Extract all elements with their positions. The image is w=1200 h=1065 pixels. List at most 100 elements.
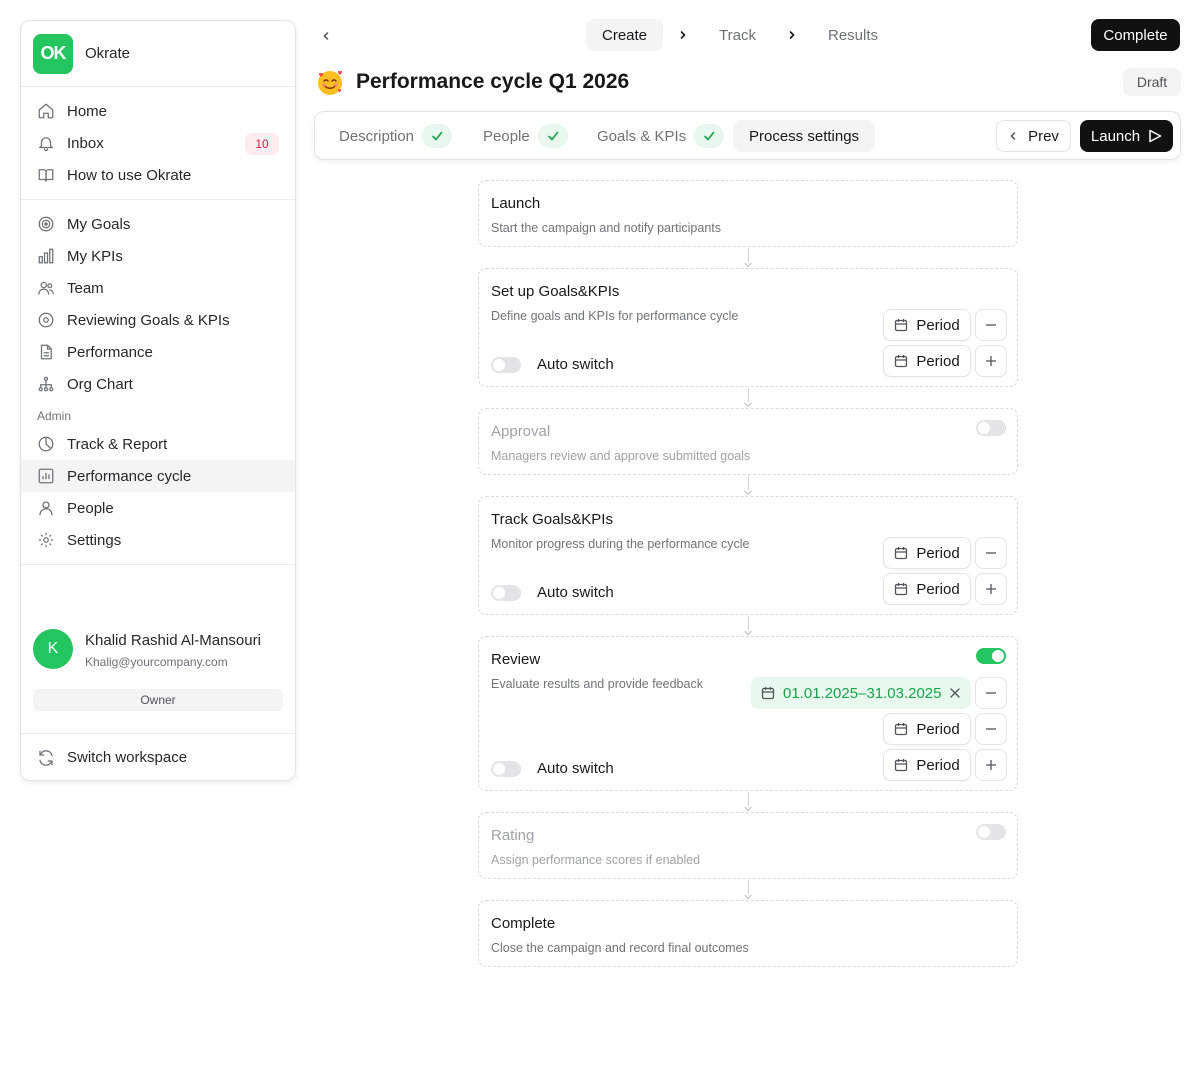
stage-review: Review Evaluate results and provide feed… (478, 636, 1018, 791)
sidebar-item-org-chart[interactable]: Org Chart (21, 368, 295, 400)
calendar-icon (895, 723, 908, 736)
stage-connector (742, 476, 754, 496)
period-start-button[interactable]: Period (883, 537, 971, 569)
sidebar-item-my-kpis[interactable]: My KPIs (21, 240, 295, 272)
workspace-header[interactable]: OK Okrate (21, 21, 295, 87)
complete-button[interactable]: Complete (1091, 19, 1180, 51)
sidebar-item-settings[interactable]: Settings (21, 524, 295, 556)
eye-icon (38, 312, 54, 328)
user-row[interactable]: K Khalid Rashid Al-Mansouri Khalig@yourc… (33, 629, 283, 669)
gear-icon (38, 532, 54, 548)
tab-goals-kpis[interactable]: Goals & KPIs (597, 120, 725, 152)
stage-approval: Approval Managers review and approve sub… (478, 408, 1018, 475)
sidebar-item-reviewing[interactable]: Reviewing Goals & KPIs (21, 304, 295, 336)
stage-rating: Rating Assign performance scores if enab… (478, 812, 1018, 879)
period-label: Period (916, 352, 960, 370)
close-icon[interactable] (949, 687, 961, 699)
tab-people[interactable]: People (483, 120, 568, 152)
calendar-icon (895, 759, 908, 772)
step-create[interactable]: Create (586, 19, 664, 51)
bell-icon (38, 137, 54, 152)
stage-connector (742, 388, 754, 408)
launch-button[interactable]: Launch (1080, 120, 1173, 152)
period-end-button[interactable]: Period (883, 573, 971, 605)
auto-switch-toggle[interactable] (491, 357, 521, 373)
chevron-left-icon (323, 32, 329, 40)
sidebar-item-inbox[interactable]: Inbox 10 (21, 127, 295, 159)
send-icon (1149, 129, 1162, 143)
back-button[interactable] (316, 26, 336, 46)
tab-process-settings[interactable]: Process settings (733, 120, 876, 152)
role-badge: Owner (33, 689, 283, 711)
sidebar-item-people[interactable]: People (21, 492, 295, 524)
pie-chart-icon (38, 436, 54, 452)
nav-main: Home Inbox 10 How to use Okrate (21, 87, 295, 200)
add-button[interactable] (975, 749, 1007, 781)
stage-enable-toggle[interactable] (976, 824, 1006, 840)
tab-description[interactable]: Description (339, 120, 453, 152)
user-info: Khalid Rashid Al-Mansouri Khalig@yourcom… (85, 632, 261, 669)
sidebar-item-my-goals[interactable]: My Goals (21, 208, 295, 240)
chevron-left-icon (1010, 132, 1016, 140)
user-name: Khalid Rashid Al-Mansouri (85, 632, 261, 649)
period-start-button[interactable]: Period (883, 309, 971, 341)
stage-connector (742, 880, 754, 900)
sidebar-item-label: My KPIs (67, 247, 123, 265)
plus-icon (986, 760, 996, 770)
launch-label: Launch (1090, 127, 1141, 145)
remove-button[interactable] (975, 537, 1007, 569)
tab-label: Description (339, 127, 415, 145)
sidebar-item-label: Performance (67, 343, 153, 361)
stage-title: Review (491, 651, 541, 668)
add-button[interactable] (975, 345, 1007, 377)
period-end-button[interactable]: Period (883, 749, 971, 781)
prev-button[interactable]: Prev (996, 120, 1071, 152)
auto-switch-toggle[interactable] (491, 761, 521, 777)
stage-enable-toggle[interactable] (976, 420, 1006, 436)
stage-description: Define goals and KPIs for performance cy… (491, 309, 739, 323)
add-button[interactable] (975, 573, 1007, 605)
user-card: K Khalid Rashid Al-Mansouri Khalig@yourc… (21, 629, 295, 711)
sidebar-item-performance[interactable]: Performance (21, 336, 295, 368)
users-icon (38, 281, 54, 295)
sidebar: OK Okrate Home Inbox 10 How to use Okrat… (20, 20, 296, 781)
avatar: K (33, 629, 73, 669)
stage-title: Approval (491, 423, 551, 440)
page-title-text: Performance cycle Q1 2026 (356, 70, 630, 93)
sidebar-item-team[interactable]: Team (21, 272, 295, 304)
tabs-bar: Description People Goals & KPIs Process … (314, 111, 1181, 160)
check-icon (537, 124, 568, 148)
sidebar-item-how-to-use[interactable]: How to use Okrate (21, 159, 295, 191)
stage-title: Rating (491, 827, 535, 844)
remove-button[interactable] (975, 677, 1007, 709)
user-email: Khalig@yourcompany.com (85, 655, 228, 669)
period-end-button[interactable]: Period (883, 345, 971, 377)
minus-icon (986, 728, 996, 730)
sidebar-item-track-report[interactable]: Track & Report (21, 428, 295, 460)
remove-button[interactable] (975, 713, 1007, 745)
stage-enable-toggle[interactable] (976, 648, 1006, 664)
period-button[interactable]: Period (883, 713, 971, 745)
step-track[interactable]: Track (703, 19, 772, 51)
bar-chart-icon (38, 248, 54, 264)
document-icon (40, 344, 52, 360)
stage-description: Close the campaign and record final outc… (491, 941, 749, 955)
period-label: Period (916, 756, 960, 774)
sidebar-item-label: Home (67, 102, 108, 120)
auto-switch-label: Auto switch (537, 760, 614, 777)
sidebar-item-performance-cycle[interactable]: Performance cycle (21, 460, 295, 492)
auto-switch-toggle[interactable] (491, 585, 521, 601)
remove-button[interactable] (975, 309, 1007, 341)
step-results[interactable]: Results (812, 19, 894, 51)
switch-workspace-button[interactable]: Switch workspace (21, 733, 295, 781)
stage-setup: Set up Goals&KPIs Define goals and KPIs … (478, 268, 1018, 387)
date-range-value: 01.01.2025–31.03.2025 (783, 684, 942, 702)
date-range-chip[interactable]: 01.01.2025–31.03.2025 (751, 677, 971, 709)
sidebar-item-home[interactable]: Home (21, 95, 295, 127)
stage-description: Start the campaign and notify participan… (491, 221, 721, 235)
stage-title: Launch (491, 195, 541, 212)
workspace-name: Okrate (85, 45, 131, 62)
calendar-icon (761, 687, 775, 700)
home-icon (38, 103, 54, 119)
page-title: Performance cycle Q1 2026 (316, 64, 629, 100)
